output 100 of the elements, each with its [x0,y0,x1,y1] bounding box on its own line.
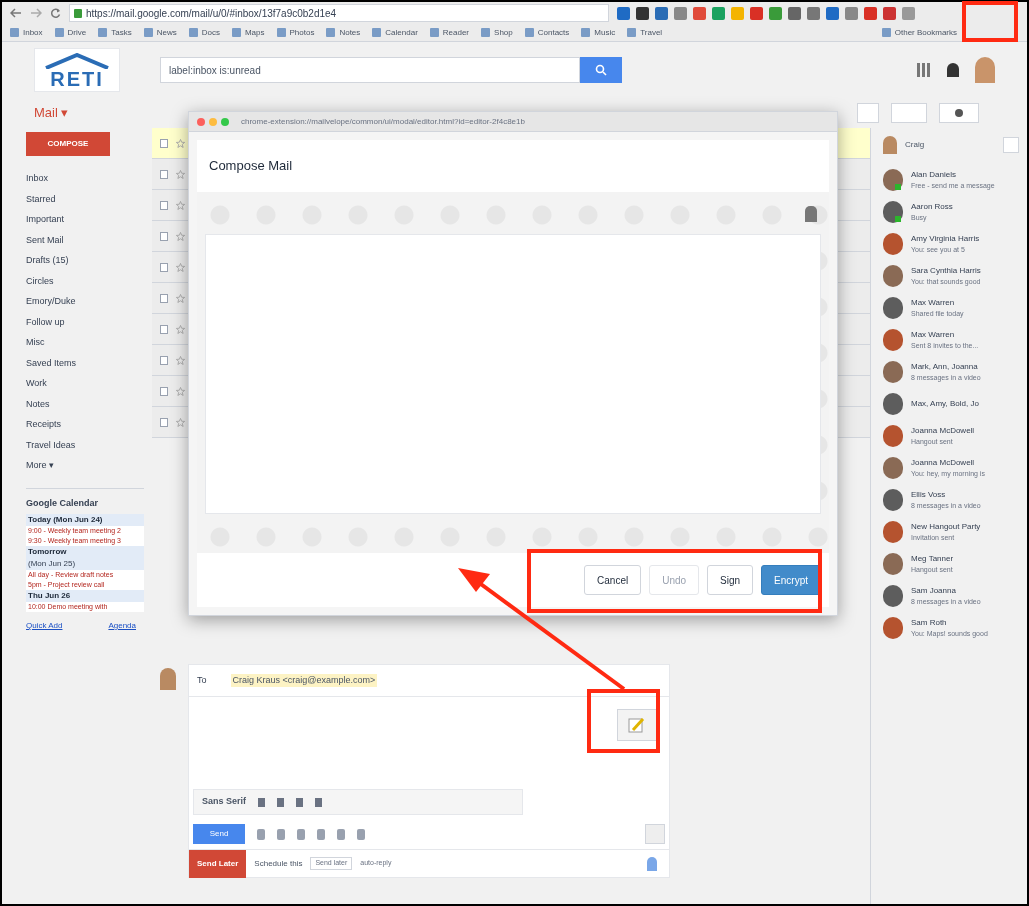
attach-icon[interactable] [317,828,325,840]
checkbox[interactable] [160,262,168,272]
folder-link[interactable]: Work [26,373,144,394]
bookmark-link[interactable]: Docs [201,26,220,39]
folder-link[interactable]: Saved Items [26,352,144,373]
dialog-button[interactable]: Cancel [584,565,642,595]
reti-logo[interactable]: RETI [34,48,120,92]
star-icon[interactable] [176,293,185,303]
back-icon[interactable] [10,8,22,18]
dialog-button[interactable]: Sign [707,565,754,595]
star-icon[interactable] [176,200,185,210]
contact-name[interactable]: Sam Roth [911,616,988,628]
contact-name[interactable]: Sara Cynthia Harris [911,264,981,276]
contact-name[interactable]: New Hangout Party [911,520,981,532]
address-bar[interactable]: https://mail.google.com/mail/u/0/#inbox/13f7a9c0b2d1e4 [69,4,609,22]
contact-avatar[interactable] [883,520,903,543]
font-menu[interactable]: Sans Serif [202,795,247,809]
editor-launch-button[interactable] [617,709,657,741]
bookmark-link[interactable]: Inbox [23,26,43,39]
contact-avatar[interactable] [883,360,903,383]
contact-avatar[interactable] [883,296,903,319]
format-icon[interactable] [315,797,323,807]
checkbox[interactable] [160,138,168,148]
bookmark-link[interactable]: Music [594,26,616,39]
contact-avatar[interactable] [883,488,903,511]
folder-link[interactable]: Notes [26,393,144,414]
star-icon[interactable] [176,262,185,272]
contact-avatar[interactable] [883,200,903,223]
contact-name[interactable]: Joanna McDowell [911,424,975,436]
info-icon[interactable] [647,856,657,871]
bookmark-link[interactable]: Shop [494,26,513,39]
folder-link[interactable]: Important [26,209,144,230]
extension-icon[interactable] [655,6,668,20]
profile-avatar[interactable] [975,57,995,83]
folder-link[interactable]: Receipts [26,414,144,435]
star-icon[interactable] [176,417,185,427]
bookmark-link[interactable]: Other Bookmarks [894,26,957,39]
contact-avatar[interactable] [883,392,903,415]
checkbox[interactable] [160,355,168,365]
folder-link[interactable]: Misc [26,332,144,353]
folder-link[interactable]: More ▾ [26,455,144,476]
folder-link[interactable]: Sent Mail [26,229,144,250]
contact-name[interactable]: Max, Amy, Bold, Jo [911,398,979,409]
folder-link[interactable]: Drafts (15) [26,250,144,271]
contact-avatar[interactable] [883,168,903,191]
contact-avatar[interactable] [883,616,903,639]
bookmark-link[interactable]: Drive [67,26,87,39]
star-icon[interactable] [176,169,185,179]
folder-link[interactable]: Starred [26,188,144,209]
contact-avatar[interactable] [883,232,903,255]
checkbox[interactable] [160,386,168,396]
contact-name[interactable]: Mark, Ann, Joanna [911,360,981,372]
contact-avatar[interactable] [883,424,903,447]
search-button[interactable] [580,57,622,83]
bookmark-link[interactable]: Photos [289,26,315,39]
extension-icon[interactable] [788,6,801,20]
attach-icon[interactable] [257,828,265,840]
schedule-option[interactable]: Schedule this [254,857,303,870]
send-later-button[interactable]: Send Later [189,849,247,878]
quick-add-link[interactable]: Quick Add [26,620,63,632]
attach-icon[interactable] [357,828,365,840]
contact-name[interactable]: Max Warren [911,328,979,340]
checkbox[interactable] [160,324,168,334]
extension-icon[interactable] [636,6,649,20]
contact-name[interactable]: Joanna McDowell [911,456,985,468]
folder-link[interactable]: Travel Ideas [26,434,144,455]
send-button[interactable]: Send [193,824,245,844]
contact-name[interactable]: Ellis Voss [911,488,981,500]
contact-name[interactable]: Max Warren [911,296,964,308]
attach-icon[interactable] [297,828,305,840]
contact-name[interactable]: Sam Joanna [911,584,981,596]
contact-avatar[interactable] [883,456,903,479]
chat-user-name[interactable]: Craig [905,139,925,151]
format-icon[interactable] [296,797,304,807]
bookmark-link[interactable]: Tasks [111,26,132,39]
forward-icon[interactable] [30,8,42,18]
folder-link[interactable]: Circles [26,270,144,291]
bookmark-link[interactable]: News [156,26,177,39]
format-icon[interactable] [277,797,285,807]
bookmark-link[interactable]: Calendar [385,26,418,39]
attach-icon[interactable] [277,828,285,840]
attach-icon[interactable] [337,828,345,840]
checkbox[interactable] [160,231,168,241]
checkbox[interactable] [160,293,168,303]
format-icon[interactable] [258,797,266,807]
checkbox[interactable] [160,417,168,427]
contact-name[interactable]: Aaron Ross [911,200,953,212]
star-icon[interactable] [176,386,185,396]
view-toggle-button[interactable] [891,103,927,123]
settings-button[interactable] [939,103,979,123]
apps-icon[interactable] [917,63,931,77]
contact-avatar[interactable] [883,328,903,351]
contact-name[interactable]: Alan Daniels [911,168,995,180]
contact-avatar[interactable] [883,584,903,607]
bookmark-link[interactable]: Maps [244,26,265,39]
star-icon[interactable] [176,355,185,365]
contact-name[interactable]: Amy Virginia Harris [911,232,980,244]
checkbox[interactable] [160,169,168,179]
search-field[interactable]: label:inbox is:unread [160,57,580,83]
bookmark-link[interactable]: Travel [640,26,663,39]
